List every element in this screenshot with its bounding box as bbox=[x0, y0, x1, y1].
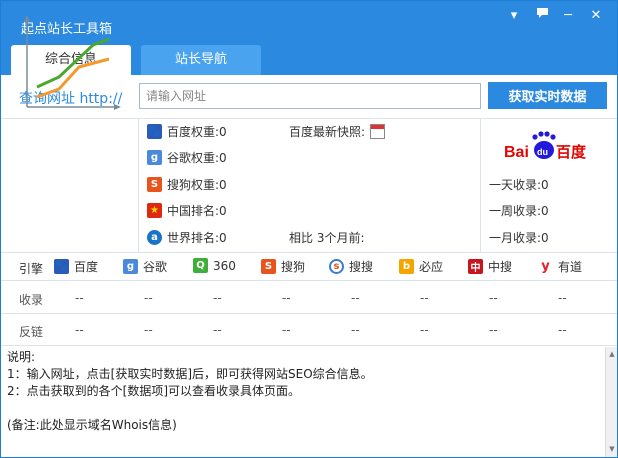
google-g-icon: g bbox=[123, 259, 138, 274]
url-input[interactable] bbox=[139, 83, 481, 109]
calendar-icon[interactable] bbox=[370, 124, 386, 139]
engine-youdao[interactable]: y 有道 bbox=[538, 258, 582, 275]
backlink-soso[interactable]: -- bbox=[351, 323, 360, 337]
index-one-month[interactable]: 一月收录:0 bbox=[489, 229, 549, 246]
google-g-icon: g bbox=[147, 149, 162, 165]
alexa-a-icon: a bbox=[147, 229, 162, 245]
backlink-google[interactable]: -- bbox=[144, 323, 153, 337]
trend-chart-icon bbox=[24, 15, 121, 110]
world-rank[interactable]: a 世界排名:0 bbox=[147, 228, 227, 246]
baidu-paw-icon: 🐾 bbox=[54, 259, 69, 274]
baidu-weight[interactable]: 🐾 百度权重:0 bbox=[147, 122, 227, 140]
sogou-weight[interactable]: S 搜狗权重:0 bbox=[147, 175, 227, 193]
zhongsou-icon: 中 bbox=[468, 259, 483, 274]
notes-line: 说明: bbox=[7, 350, 36, 364]
index-zhongsou[interactable]: -- bbox=[489, 291, 498, 305]
minimize-icon[interactable]: ─ bbox=[557, 7, 579, 25]
engine-bing[interactable]: b 必应 bbox=[399, 258, 443, 275]
index-one-day[interactable]: 一天收录:0 bbox=[489, 176, 549, 193]
close-icon[interactable]: ✕ bbox=[585, 7, 607, 25]
dropdown-menu-icon[interactable]: ▾ bbox=[503, 7, 525, 25]
index-soso[interactable]: -- bbox=[351, 291, 360, 305]
baidu-paw-icon: 🐾 bbox=[147, 123, 162, 139]
index-google[interactable]: -- bbox=[144, 291, 153, 305]
notes-line: (备注:此处显示域名Whois信息) bbox=[7, 418, 177, 432]
sogou-s-icon: S bbox=[147, 176, 162, 192]
notes-line bbox=[7, 400, 599, 417]
notes-line: 2：点击获取到的各个[数据项]可以查看收录具体页面。 bbox=[7, 384, 301, 398]
notes-line: 1：输入网址，点击[获取实时数据]后，即可获得网站SEO综合信息。 bbox=[7, 367, 373, 381]
baidu-snapshot[interactable]: 百度最新快照: bbox=[289, 123, 386, 140]
index-sogou[interactable]: -- bbox=[282, 291, 291, 305]
svg-text:du: du bbox=[537, 147, 548, 157]
engine-soso[interactable]: s 搜搜 bbox=[329, 258, 373, 275]
scroll-down-icon[interactable]: ▼ bbox=[608, 445, 616, 453]
soso-swirl-icon: s bbox=[329, 259, 344, 274]
compare-3-months: 相比 3个月前: bbox=[289, 231, 365, 245]
backlink-360[interactable]: -- bbox=[213, 323, 222, 337]
china-rank[interactable]: ★ 中国排名:0 bbox=[147, 201, 227, 219]
engine-header-row: 引擎 🐾 百度 g 谷歌 Q 360 S 搜狗 s 搜搜 b 必应 中 中搜 y… bbox=[1, 253, 617, 281]
index-360[interactable]: -- bbox=[213, 291, 222, 305]
index-baidu[interactable]: -- bbox=[75, 291, 84, 305]
index-youdao[interactable]: -- bbox=[558, 291, 567, 305]
tab-webmaster-nav[interactable]: 站长导航 bbox=[141, 45, 261, 75]
engine-360[interactable]: Q 360 bbox=[193, 258, 236, 273]
feedback-icon[interactable] bbox=[531, 7, 553, 25]
app-window: 起点站长工具箱 ▾ ─ ✕ 综合信息 站长导航 查询网址 http:// 获取实… bbox=[0, 0, 618, 458]
index-one-week[interactable]: 一周收录:0 bbox=[489, 202, 549, 219]
index-bing[interactable]: -- bbox=[420, 291, 429, 305]
backlink-baidu[interactable]: -- bbox=[75, 323, 84, 337]
so360-search-icon: Q bbox=[193, 258, 208, 273]
backlink-bing[interactable]: -- bbox=[420, 323, 429, 337]
svg-text:Bai: Bai bbox=[504, 144, 529, 161]
backlink-sogou[interactable]: -- bbox=[282, 323, 291, 337]
notes-scrollbar[interactable]: ▲ ▼ bbox=[605, 347, 617, 457]
baidu-logo: Bai du 百度 bbox=[504, 131, 587, 161]
engine-label: 引擎 bbox=[19, 262, 44, 276]
google-weight[interactable]: g 谷歌权重:0 bbox=[147, 148, 227, 166]
svg-text:百度: 百度 bbox=[556, 143, 587, 161]
sogou-s-icon: S bbox=[261, 259, 276, 274]
youdao-y-icon: y bbox=[538, 259, 553, 274]
backlink-youdao[interactable]: -- bbox=[558, 323, 567, 337]
backlink-row: 反链 -- -- -- -- -- -- -- -- bbox=[1, 314, 617, 346]
engine-baidu[interactable]: 🐾 百度 bbox=[54, 258, 98, 275]
engine-sogou[interactable]: S 搜狗 bbox=[261, 258, 305, 275]
scroll-up-icon[interactable]: ▲ bbox=[608, 350, 616, 358]
engine-google[interactable]: g 谷歌 bbox=[123, 258, 167, 275]
china-flag-icon: ★ bbox=[147, 202, 162, 218]
index-count-row: 收录 -- -- -- -- -- -- -- -- bbox=[1, 282, 617, 314]
bing-b-icon: b bbox=[399, 259, 414, 274]
backlink-zhongsou[interactable]: -- bbox=[489, 323, 498, 337]
fetch-realtime-data-button[interactable]: 获取实时数据 bbox=[488, 82, 607, 109]
engine-zhongsou[interactable]: 中 中搜 bbox=[468, 258, 512, 275]
notes-textarea[interactable]: 说明: 1：输入网址，点击[获取实时数据]后，即可获得网站SEO综合信息。 2：… bbox=[1, 347, 605, 457]
